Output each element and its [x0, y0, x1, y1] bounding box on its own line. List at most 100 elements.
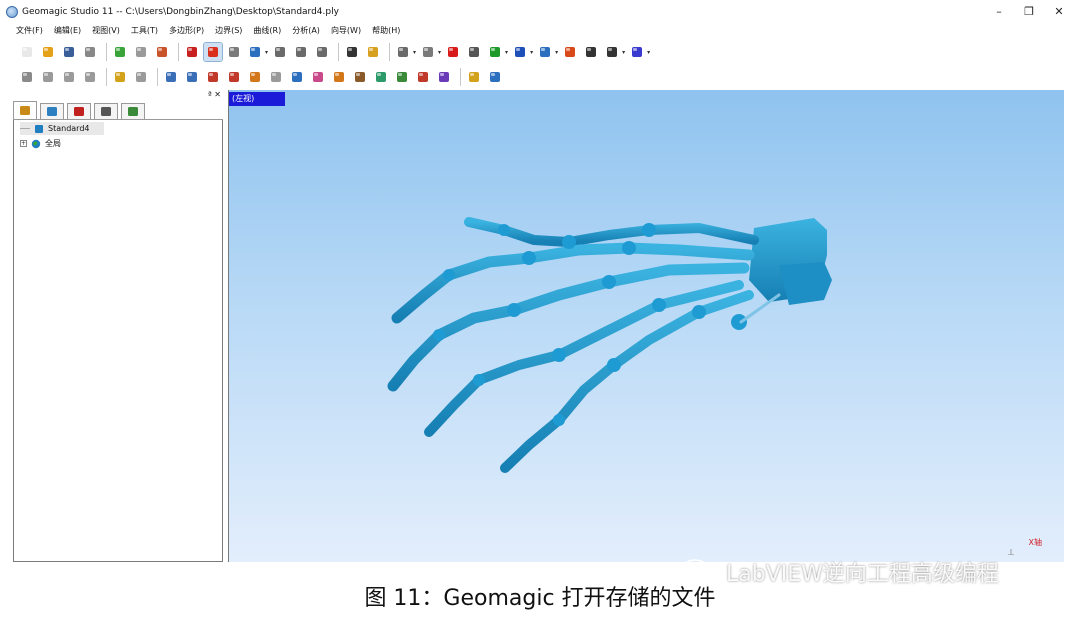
lasso-icon[interactable]: [394, 43, 412, 61]
minimize-button[interactable]: –: [988, 4, 1010, 20]
pencil-icon[interactable]: [364, 43, 382, 61]
axis-label: X轴: [1028, 538, 1042, 547]
dropdown-arrow-icon[interactable]: ▾: [265, 49, 268, 56]
tab-dialog[interactable]: [67, 103, 91, 119]
new-file-icon[interactable]: [18, 43, 36, 61]
thicken-icon[interactable]: [330, 68, 348, 86]
menu-wizard[interactable]: 向导(W): [331, 25, 361, 36]
menu-analysis[interactable]: 分析(A): [292, 25, 320, 36]
zoom-in-icon[interactable]: [271, 43, 289, 61]
rect-select-icon[interactable]: [603, 43, 621, 61]
relax-icon[interactable]: [267, 68, 285, 86]
menu-view[interactable]: 视图(V): [92, 25, 120, 36]
toolbar-separator: [460, 68, 461, 86]
rotate-icon[interactable]: [246, 43, 264, 61]
tab-model-manager[interactable]: [13, 101, 37, 119]
polygon-toolbar: [0, 64, 1080, 90]
model-tree: Standard4 + 全局: [13, 120, 223, 562]
wrap-icon[interactable]: [183, 68, 201, 86]
sphere-pressed-icon[interactable]: [203, 42, 223, 62]
menu-boundaries[interactable]: 边界(S): [215, 25, 242, 36]
dropdown-arrow-icon[interactable]: ▾: [622, 49, 625, 56]
menu-bar: 文件(F) 编辑(E) 视图(V) 工具(T) 多边形(P) 边界(S) 曲线(…: [0, 22, 1080, 38]
box-view-icon[interactable]: [536, 43, 554, 61]
sphere-red-icon[interactable]: [183, 43, 201, 61]
print-icon[interactable]: [81, 43, 99, 61]
record-icon[interactable]: [444, 43, 462, 61]
hand-skeleton-model[interactable]: [229, 90, 1064, 562]
spin-icon[interactable]: [225, 43, 243, 61]
polygon-icon[interactable]: [153, 43, 171, 61]
wave-icon[interactable]: [486, 68, 504, 86]
fill-holes-icon[interactable]: [162, 68, 180, 86]
trim-icon[interactable]: [351, 68, 369, 86]
dropdown-arrow-icon[interactable]: ▾: [438, 49, 441, 56]
shading-icon[interactable]: [561, 43, 579, 61]
figure-caption: 图 11：Geomagic 打开存储的文件: [364, 586, 716, 611]
stack-icon[interactable]: [465, 68, 483, 86]
dropdown-arrow-icon[interactable]: ▾: [555, 49, 558, 56]
tab-grid[interactable]: [121, 103, 145, 119]
dropdown-arrow-icon[interactable]: ▾: [505, 49, 508, 56]
purple-gem-icon[interactable]: [435, 68, 453, 86]
3d-viewport[interactable]: (左视) ⟂ X轴: [228, 90, 1064, 562]
stop-icon[interactable]: [465, 43, 483, 61]
shape-icon[interactable]: [111, 68, 129, 86]
cube-icon[interactable]: [132, 43, 150, 61]
dropdown-arrow-icon[interactable]: ▾: [530, 49, 533, 56]
plane-icon[interactable]: [511, 43, 529, 61]
toolbar-separator: [106, 43, 107, 61]
points-icon[interactable]: [111, 43, 129, 61]
scatter-icon[interactable]: [39, 68, 57, 86]
tree-item-global[interactable]: + 全局: [20, 137, 61, 150]
triangle-icon[interactable]: [372, 68, 390, 86]
select-icon[interactable]: [582, 43, 600, 61]
globe-icon: [31, 139, 41, 148]
decimate-icon[interactable]: [225, 68, 243, 86]
expand-icon[interactable]: +: [20, 140, 27, 147]
dropdown-arrow-icon[interactable]: ▾: [413, 49, 416, 56]
smooth-icon[interactable]: [81, 68, 99, 86]
pane-controls[interactable]: ª ✕: [208, 90, 221, 99]
menu-curves[interactable]: 曲线(R): [253, 25, 281, 36]
delete-icon[interactable]: [18, 68, 36, 86]
noise-icon[interactable]: [60, 68, 78, 86]
main-toolbar: ▾ ▾ ▾ ▾ ▾ ▾ ▾ ▾: [0, 39, 1080, 65]
sharpen-icon[interactable]: [288, 68, 306, 86]
menu-help[interactable]: 帮助(H): [372, 25, 400, 36]
axis-triad-icon: ⟂: [1007, 548, 1014, 558]
tab-console[interactable]: [94, 103, 118, 119]
menu-tools[interactable]: 工具(T): [131, 25, 158, 36]
dropdown-arrow-icon[interactable]: ▾: [647, 49, 650, 56]
save-icon[interactable]: [60, 43, 78, 61]
menu-polygons[interactable]: 多边形(P): [169, 25, 204, 36]
mesh-icon[interactable]: [419, 43, 437, 61]
model-manager-pane: ª ✕ Standard4 + 全局: [13, 90, 223, 562]
tree-item-label: 全局: [45, 139, 61, 148]
peak-icon[interactable]: [393, 68, 411, 86]
refine-icon[interactable]: [246, 68, 264, 86]
app-logo-icon: [6, 6, 18, 18]
play-icon[interactable]: [486, 43, 504, 61]
tree-item-label: Standard4: [48, 124, 90, 133]
restore-button[interactable]: ❐: [1018, 4, 1040, 20]
toolbar-separator: [178, 43, 179, 61]
gem-icon[interactable]: [628, 43, 646, 61]
toolbar-separator: [157, 68, 158, 86]
offset-icon[interactable]: [309, 68, 327, 86]
zoom-out-icon[interactable]: [292, 43, 310, 61]
merge-icon[interactable]: [204, 68, 222, 86]
close-button[interactable]: ✕: [1048, 4, 1070, 20]
camera-icon[interactable]: [343, 43, 361, 61]
mesh-object-icon: [35, 124, 43, 133]
open-icon[interactable]: [39, 43, 57, 61]
menu-edit[interactable]: 编辑(E): [54, 25, 81, 36]
zoom-window-icon[interactable]: [313, 43, 331, 61]
pane-tabs: [13, 101, 223, 120]
tree-item-standard4[interactable]: Standard4: [20, 122, 104, 135]
tab-display[interactable]: [40, 103, 64, 119]
red-block-icon[interactable]: [414, 68, 432, 86]
toolbar-separator: [338, 43, 340, 61]
menu-file[interactable]: 文件(F): [16, 25, 43, 36]
clear-icon[interactable]: [132, 68, 150, 86]
